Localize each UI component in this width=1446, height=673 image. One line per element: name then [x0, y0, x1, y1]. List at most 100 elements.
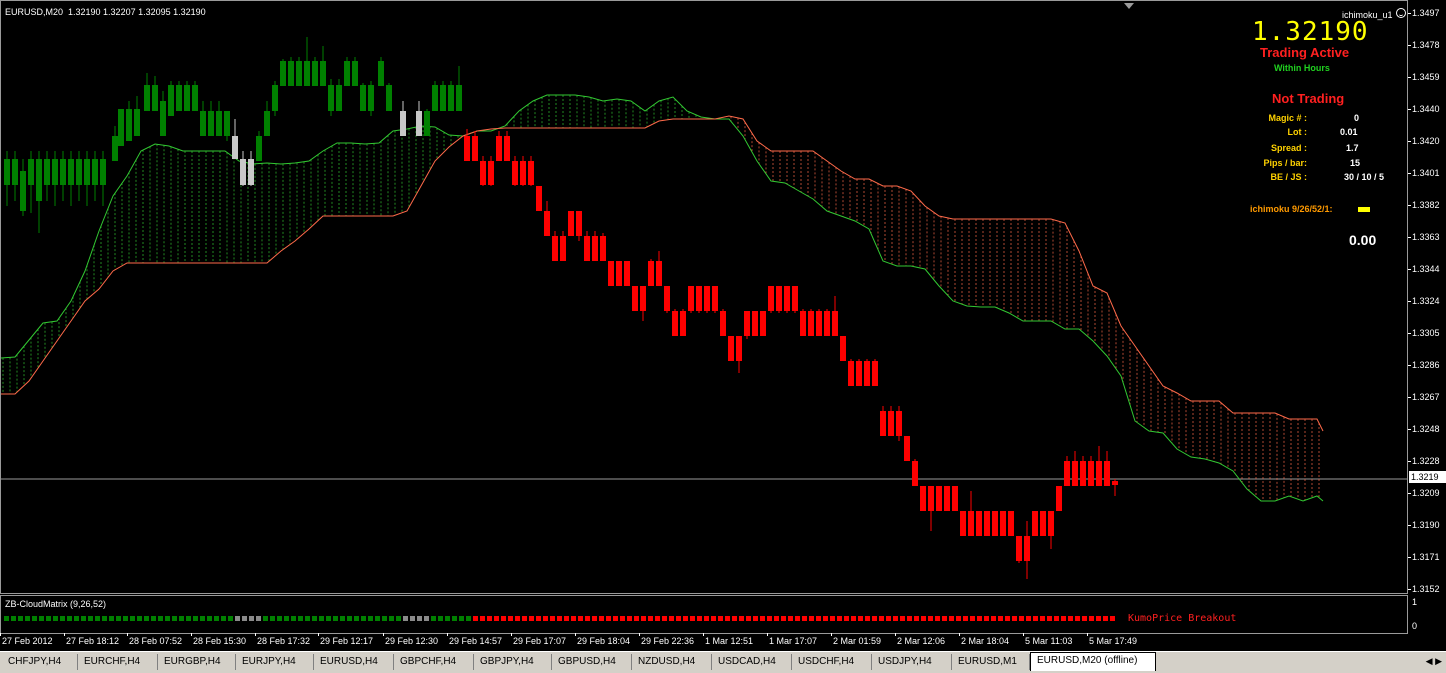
matrix-dot: [424, 616, 429, 621]
candle-body: [336, 85, 342, 111]
candle-body: [240, 159, 246, 185]
candle-body: [44, 159, 50, 185]
candle-body: [792, 286, 798, 311]
candle-body: [118, 109, 124, 146]
matrix-dot: [893, 616, 898, 621]
candle-body: [936, 486, 942, 511]
matrix-dot: [1033, 616, 1038, 621]
matrix-dot: [704, 616, 709, 621]
matrix-dot: [368, 616, 373, 621]
candle-body: [768, 286, 774, 311]
candle-body: [992, 511, 998, 536]
cloudmatrix-subwindow[interactable]: ZB-CloudMatrix (9,26,52) KumoPrice Break…: [0, 595, 1408, 634]
matrix-dot: [648, 616, 653, 621]
matrix-dot: [599, 616, 604, 621]
matrix-dot: [214, 616, 219, 621]
candle-body: [1040, 511, 1046, 536]
tab-scroll-arrows-icon[interactable]: ◀ ▶: [1426, 656, 1442, 667]
chart-tab[interactable]: NZDUSD,H4: [632, 654, 712, 670]
candle-body: [4, 159, 10, 185]
candle-body: [12, 159, 18, 185]
candle-body: [976, 511, 982, 536]
time-tick: 29 Feb 12:30: [382, 633, 439, 646]
candle-body: [840, 336, 846, 361]
matrix-dot: [46, 616, 51, 621]
matrix-dot: [963, 616, 968, 621]
matrix-dot: [585, 616, 590, 621]
price-tick: 1.3171: [1408, 552, 1440, 562]
candle-body: [416, 111, 422, 136]
matrix-dot: [1096, 616, 1101, 621]
matrix-dot: [1103, 616, 1108, 621]
matrix-dot: [487, 616, 492, 621]
main-chart-area[interactable]: EURUSD,M20 1.32190 1.32207 1.32095 1.321…: [0, 0, 1408, 594]
matrix-dot: [613, 616, 618, 621]
candle-body: [872, 361, 878, 386]
matrix-dot: [116, 616, 121, 621]
candlestick-chart[interactable]: [1, 1, 1407, 593]
candle-body: [312, 61, 318, 86]
kumoprice-breakout-label: KumoPrice Breakout: [1128, 613, 1237, 624]
pips-per-bar-value: 15: [1350, 158, 1361, 168]
candle-body: [600, 236, 606, 261]
chart-tab[interactable]: EURUSD,M20 (offline): [1030, 652, 1156, 671]
chart-tab[interactable]: USDJPY,H4: [872, 654, 952, 670]
chart-tab[interactable]: GBPCHF,H4: [394, 654, 474, 670]
matrix-dot: [522, 616, 527, 621]
chart-tab[interactable]: USDCHF,H4: [792, 654, 872, 670]
time-tick: 27 Feb 18:12: [63, 633, 120, 646]
candle-body: [134, 109, 140, 136]
matrix-dot: [1005, 616, 1010, 621]
candle-body: [568, 211, 574, 236]
chart-tab[interactable]: EURUSD,M1: [952, 654, 1030, 670]
price-axis[interactable]: 1.3497 1.3478 1.3459 1.3440 1.3420 1.3401 1.33…: [1408, 0, 1446, 634]
candle-body: [648, 261, 654, 286]
matrix-dot: [403, 616, 408, 621]
chart-tab[interactable]: CHFJPY,H4: [2, 654, 78, 670]
subwindow-tick-0: 0: [1412, 621, 1418, 631]
candle-body: [1064, 461, 1070, 486]
candle-body: [616, 261, 622, 286]
candle-body: [656, 261, 662, 286]
candle-body: [816, 311, 822, 336]
chart-tab[interactable]: EURUSD,H4: [314, 654, 394, 670]
matrix-dot: [830, 616, 835, 621]
candle-body: [1088, 461, 1094, 486]
time-tick: 28 Feb 07:52: [126, 633, 183, 646]
matrix-dot: [809, 616, 814, 621]
candle-body: [608, 261, 614, 286]
matrix-dot: [928, 616, 933, 621]
time-tick: 29 Feb 12:17: [317, 633, 374, 646]
candle-body: [728, 336, 734, 361]
chart-tab[interactable]: EURGBP,H4: [158, 654, 236, 670]
candle-body: [496, 136, 502, 161]
time-tick: 28 Feb 15:30: [190, 633, 247, 646]
chart-tab[interactable]: GBPJPY,H4: [474, 654, 552, 670]
time-tick: 28 Feb 17:32: [254, 633, 311, 646]
candle-body: [386, 85, 392, 111]
candle-body: [126, 109, 132, 141]
matrix-dot: [676, 616, 681, 621]
matrix-dot: [431, 616, 436, 621]
subwindow-title: ZB-CloudMatrix (9,26,52): [5, 599, 107, 609]
matrix-dot: [319, 616, 324, 621]
chart-tab[interactable]: GBPUSD,H4: [552, 654, 632, 670]
price-tick: 1.3420: [1408, 136, 1440, 146]
time-tick: 29 Feb 22:36: [638, 633, 695, 646]
matrix-dot: [326, 616, 331, 621]
matrix-dot: [88, 616, 93, 621]
matrix-dot: [620, 616, 625, 621]
time-axis[interactable]: 27 Feb 2012 27 Feb 18:12 28 Feb 07:52 28 Fe…: [0, 633, 1408, 651]
matrix-dot: [466, 616, 471, 621]
candle-body: [896, 411, 902, 436]
matrix-dot: [669, 616, 674, 621]
price-tick: 1.3190: [1408, 520, 1440, 530]
chart-shift-marker[interactable]: [1124, 3, 1134, 9]
chart-tab[interactable]: EURJPY,H4: [236, 654, 314, 670]
chart-tab[interactable]: USDCAD,H4: [712, 654, 792, 670]
matrix-dot: [249, 616, 254, 621]
matrix-dot: [564, 616, 569, 621]
matrix-dot: [165, 616, 170, 621]
candle-body: [584, 236, 590, 261]
chart-tab[interactable]: EURCHF,H4: [78, 654, 158, 670]
